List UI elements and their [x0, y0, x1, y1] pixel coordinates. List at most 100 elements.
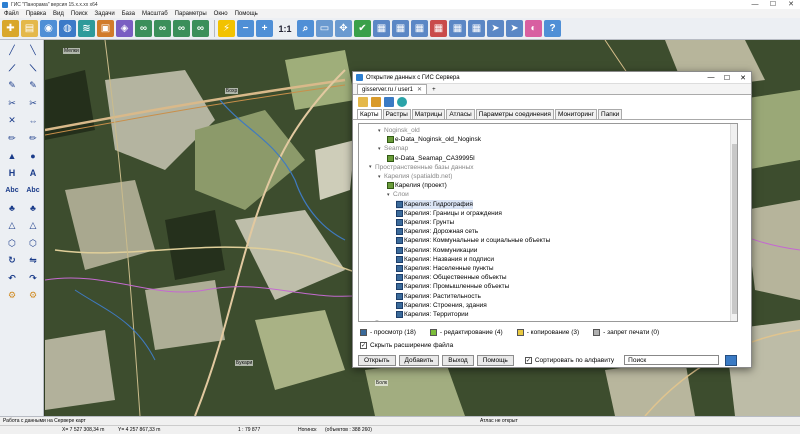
draw-curve-icon[interactable]: ╲ [23, 42, 43, 60]
deselect-icon[interactable]: ▦ [411, 20, 428, 37]
lightning-icon[interactable]: ⚡ [218, 20, 235, 37]
search-input[interactable] [624, 355, 720, 365]
symbol-icon[interactable]: ♣ [2, 200, 22, 218]
open-button[interactable]: Открыть [358, 354, 396, 366]
tab-connection[interactable]: gisserver.ru / user1 ✕ [357, 84, 428, 94]
settings-gear-icon[interactable]: ⚙ [2, 287, 22, 305]
dialog-minimize-button[interactable]: — [703, 74, 719, 82]
redo-icon[interactable]: ↷ [23, 270, 43, 288]
data-tree[interactable]: ▾ Noginsk_old e-Data_Noginsk_old_Noginsk ▾ S… [358, 123, 738, 322]
tab-connection-parameters[interactable]: Параметры соединения [475, 109, 554, 119]
brush-icon[interactable]: ✏ [23, 130, 43, 148]
open-folder-icon[interactable] [358, 97, 368, 107]
tree-layer-item[interactable]: Карелия: Строения, здания [396, 301, 487, 310]
tree-folder-item[interactable]: ▸Россия [369, 319, 396, 321]
cursor-icon[interactable]: ➤ [487, 20, 504, 37]
tree-scrollbar[interactable] [730, 124, 737, 321]
tree-layer-item[interactable]: Карелия: Растительность [396, 292, 481, 301]
fit-window-icon[interactable]: ▭ [316, 20, 333, 37]
minimize-button[interactable]: — [746, 0, 764, 9]
tab-monitoring[interactable]: Мониторинг [554, 109, 598, 119]
search-go-icon[interactable] [725, 354, 738, 366]
text-a-icon[interactable]: A [23, 165, 43, 183]
tree-layer-item[interactable]: Карелия: Границы и ограждения [396, 209, 502, 218]
add-button[interactable]: Добавить [398, 354, 440, 366]
triangle-icon[interactable]: △ [2, 217, 22, 235]
tree-map-item[interactable]: e-Data_Noginsk_old_Noginsk [387, 135, 481, 144]
select-icon[interactable]: ▦ [373, 20, 390, 37]
menu-file[interactable]: Файл [4, 11, 19, 17]
symbol-edit-icon[interactable]: ♣ [23, 200, 43, 218]
pencil-icon[interactable]: ✏ [2, 130, 22, 148]
atlas-icon[interactable]: ◈ [116, 20, 133, 37]
menu-window[interactable]: Окно [214, 11, 228, 17]
help-button[interactable]: Помощь [476, 354, 514, 366]
tree-layer-item[interactable]: Карелия: Грунты [396, 218, 454, 227]
tree-folder-item[interactable]: ▾ Слои [387, 190, 409, 199]
open-server-icon[interactable]: ◉ [40, 20, 57, 37]
transform-icon[interactable]: ⬡ [2, 235, 22, 253]
exit-button[interactable]: Выход [442, 354, 474, 366]
add-connection-tab[interactable]: + [429, 86, 439, 94]
cross-icon[interactable]: ✕ [2, 112, 22, 130]
zoom-out-icon[interactable]: − [237, 20, 254, 37]
close-button[interactable]: ✕ [782, 0, 800, 9]
menu-view[interactable]: Вид [53, 11, 64, 17]
tree-layer-item[interactable]: Карелия: Общественные объекты [396, 273, 507, 282]
tree-layer-item[interactable]: Карелия: Промышленные объекты [396, 282, 509, 291]
globe-icon[interactable]: ◍ [59, 20, 76, 37]
tree-map-item[interactable]: Карелия (проект) [387, 181, 447, 190]
tree-layer-item[interactable]: Карелия: Коммуникации [396, 246, 477, 255]
zoom-window-icon[interactable]: ⌕ [297, 20, 314, 37]
tree-layer-item[interactable]: Карелия: Населенные пункты [396, 264, 494, 273]
tree-layer-item[interactable]: Карелия: Названия и подписи [396, 255, 494, 264]
split-icon[interactable]: ✂ [23, 95, 43, 113]
pan-icon[interactable]: ✥ [335, 20, 352, 37]
new-map-icon[interactable]: ✚ [2, 20, 19, 37]
edit-vertex-icon[interactable]: ✎ [2, 77, 22, 95]
tree-map-item[interactable]: e-Data_Seamap_CA39995I [387, 154, 475, 163]
print-icon[interactable]: ▣ [97, 20, 114, 37]
move-vertex-icon[interactable]: ✎ [23, 77, 43, 95]
menu-parameters[interactable]: Параметры [175, 11, 207, 17]
undo-icon[interactable]: ↶ [2, 270, 22, 288]
hide-extension-checkbox[interactable]: ✓ [360, 341, 367, 349]
check-icon[interactable]: ✔ [354, 20, 371, 37]
tab-rasters[interactable]: Растры [382, 109, 411, 119]
menu-database[interactable]: База [122, 11, 135, 17]
tree-folder-item[interactable]: ▾ Seamap [378, 144, 408, 153]
marker-icon[interactable]: ▲ [2, 147, 22, 165]
tree-layer-item[interactable]: Карелия: Коммунальные и социальные объек… [396, 236, 550, 245]
close-tab-icon[interactable]: ✕ [417, 86, 422, 93]
tree-layer-item[interactable]: Карелия: Дорожная сеть [396, 227, 478, 236]
help-icon[interactable] [397, 97, 407, 107]
point-icon[interactable]: ● [23, 147, 43, 165]
palette-icon[interactable]: ◐ [525, 20, 542, 37]
select-area-icon[interactable]: ▦ [392, 20, 409, 37]
filter-icon[interactable]: ▦ [449, 20, 466, 37]
binoculars-icon[interactable]: ∞ [135, 20, 152, 37]
tree-folder-item[interactable]: ▾ Noginsk_old [378, 126, 420, 135]
open-folder-icon[interactable]: ▤ [21, 20, 38, 37]
tab-maps[interactable]: Карты [357, 109, 382, 119]
menu-scale[interactable]: Масштаб [142, 11, 168, 17]
rotate-icon[interactable]: ↻ [2, 252, 22, 270]
draw-line-icon[interactable]: ╱ [2, 42, 22, 60]
mirror-icon[interactable]: ⇋ [23, 252, 43, 270]
draw-polygon-icon[interactable]: ⟍ [23, 60, 43, 78]
tree-layer-item[interactable]: Карелия: Территории [396, 310, 468, 319]
tree-folder-item[interactable]: ▾ Пространственные базы данных [369, 163, 474, 172]
help-cursor-icon[interactable]: ? [544, 20, 561, 37]
menu-search[interactable]: Поиск [71, 11, 88, 17]
transform-edit-icon[interactable]: ⬡ [23, 235, 43, 253]
new-folder-icon[interactable] [371, 97, 381, 107]
text-abc-icon[interactable]: Abc [2, 182, 22, 200]
object-info-icon[interactable]: ▦ [430, 20, 447, 37]
layers-icon[interactable]: ≋ [78, 20, 95, 37]
dialog-maximize-button[interactable]: ☐ [719, 74, 735, 82]
find-object-icon[interactable]: ∞ [154, 20, 171, 37]
menu-help[interactable]: Помощь [235, 11, 258, 17]
maximize-button[interactable]: ☐ [764, 0, 782, 9]
tree-layer-item[interactable]: Карелия: Гидрография [396, 199, 473, 209]
triangle-edit-icon[interactable]: △ [23, 217, 43, 235]
